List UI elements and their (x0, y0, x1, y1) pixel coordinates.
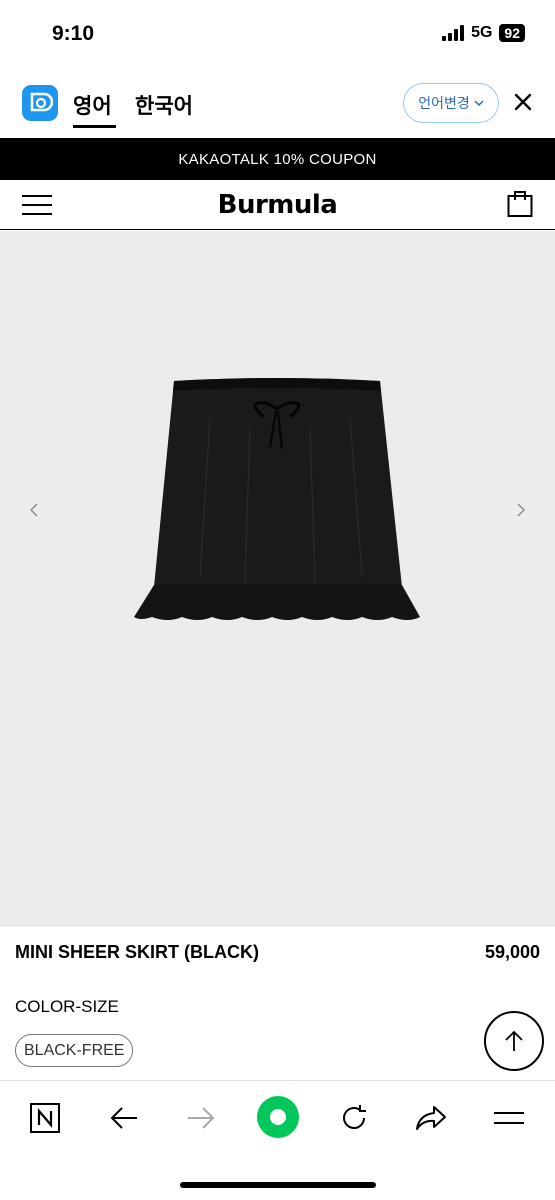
site-header: Burmula (0, 180, 555, 230)
battery-icon: 92 (499, 24, 525, 42)
shopping-bag-icon[interactable] (507, 188, 533, 218)
tab-english[interactable]: 영어 (73, 90, 112, 120)
papago-logo-icon (22, 85, 58, 121)
naver-n-icon[interactable] (28, 1101, 62, 1135)
home-indicator (180, 1182, 376, 1188)
product-name: MINI SHEER SKIRT (BLACK) (15, 942, 259, 962)
refresh-icon[interactable] (337, 1101, 371, 1135)
share-icon[interactable] (414, 1101, 448, 1135)
option-label: COLOR-SIZE (15, 997, 119, 1016)
translate-bar: 영어 한국어 언어변경 (0, 70, 555, 138)
arrow-up-icon (505, 1030, 523, 1051)
signal-icon (442, 25, 465, 41)
product-photo (134, 378, 420, 620)
active-tab-indicator (73, 125, 116, 128)
option-chip[interactable]: BLACK-FREE (15, 1034, 134, 1067)
change-language-button[interactable]: 언어변경 (403, 83, 499, 123)
change-language-label: 언어변경 (418, 95, 470, 111)
menu-icon[interactable] (492, 1101, 526, 1135)
back-arrow-icon[interactable] (107, 1101, 141, 1135)
tab-korean[interactable]: 한국어 (135, 90, 193, 120)
green-home-icon[interactable] (256, 1095, 300, 1139)
chevron-left-icon[interactable] (27, 499, 41, 521)
status-time: 9:10 (52, 22, 95, 45)
chevron-right-icon[interactable] (514, 499, 528, 521)
product-image-gallery[interactable] (0, 231, 555, 927)
brand-logo[interactable]: Burmula (0, 190, 555, 220)
browser-toolbar (0, 1080, 555, 1200)
product-price: 59,000 (484, 942, 540, 962)
coupon-banner[interactable]: KAKAOTALK 10% COUPON (0, 138, 555, 180)
forward-arrow-icon[interactable] (184, 1101, 218, 1135)
close-icon[interactable] (513, 92, 533, 112)
network-type: 5G (471, 24, 493, 41)
status-indicators: 5G 92 (442, 24, 525, 42)
chevron-down-icon (474, 100, 484, 107)
scroll-to-top-button[interactable] (484, 1011, 544, 1071)
status-bar: 9:10 5G 92 (0, 0, 555, 70)
